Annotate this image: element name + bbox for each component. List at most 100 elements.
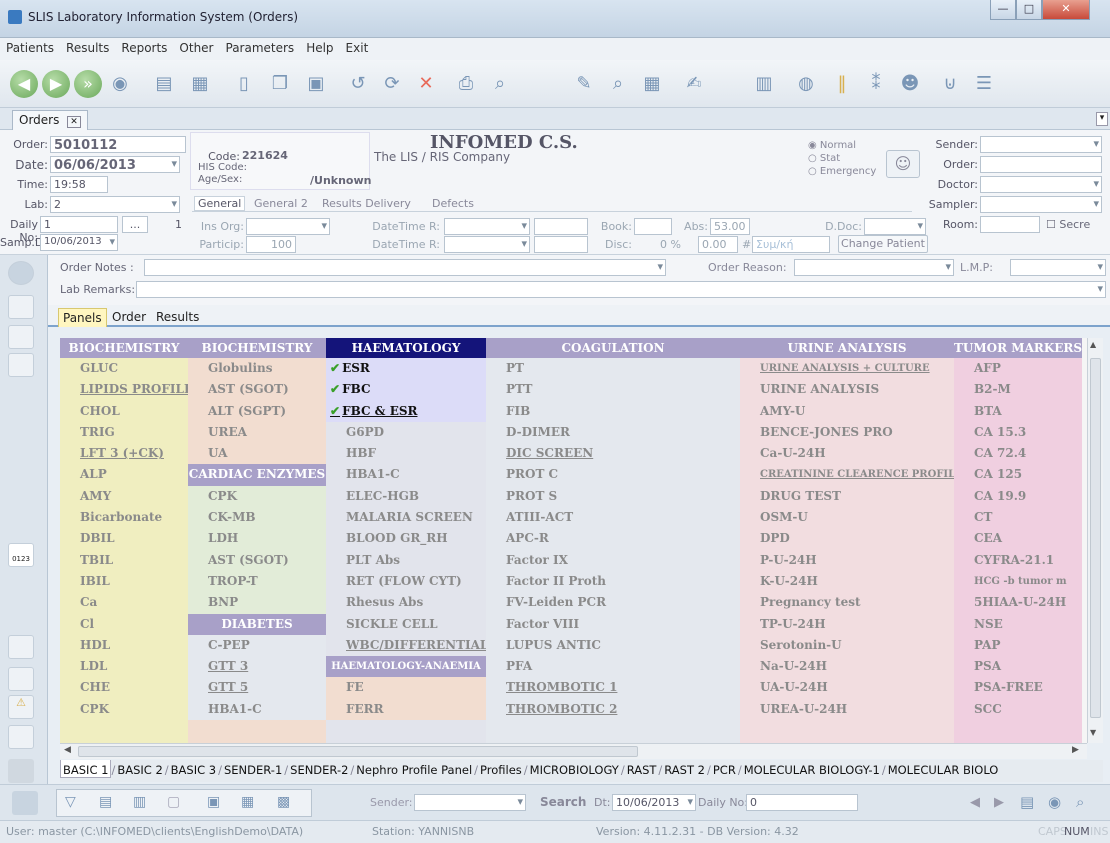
datetime-r2-date[interactable] — [444, 236, 530, 253]
panel-item[interactable]: Ca — [60, 592, 188, 613]
panel-group-tab[interactable]: MICROBIOLOGY — [528, 760, 621, 777]
filter-icon[interactable]: ▽ — [65, 794, 76, 810]
menu-patients[interactable]: Patients — [0, 38, 60, 55]
panel-item[interactable]: NSE — [954, 614, 1082, 635]
vertical-scroll-thumb[interactable] — [1090, 358, 1101, 718]
doctor-icon[interactable]: ☺ — [886, 150, 920, 178]
panel-item[interactable]: PAP — [954, 635, 1082, 656]
panel-item[interactable]: DPD — [740, 528, 954, 549]
panel-item[interactable]: G6PD — [326, 422, 486, 443]
panel-item[interactable]: CHOL — [60, 401, 188, 422]
panel-item[interactable]: GTT 3 — [188, 656, 326, 678]
panel-item[interactable]: TRIG — [60, 422, 188, 443]
panel-group-tab[interactable]: RAST — [625, 760, 659, 777]
sampler-field[interactable] — [980, 196, 1102, 213]
panel-item[interactable]: AMY-U — [740, 401, 954, 422]
panel-item[interactable]: Pregnancy test — [740, 592, 954, 613]
order2-field[interactable] — [980, 156, 1102, 173]
close-tab-icon[interactable]: ✕ — [67, 116, 81, 128]
daily-no-field[interactable]: 1 — [40, 216, 118, 233]
panel-item[interactable]: HDL — [60, 635, 188, 656]
datetime-r1-date[interactable] — [444, 218, 530, 235]
panel-item[interactable]: Na-U-24H — [740, 656, 954, 677]
panel-item[interactable]: Bicarbonate — [60, 507, 188, 528]
panel-item[interactable]: GTT 5 — [188, 677, 326, 699]
tab-results[interactable]: Results — [152, 308, 203, 326]
order-notes-field[interactable] — [144, 259, 666, 276]
print-icon[interactable]: ⎙ — [452, 70, 480, 98]
panel-item[interactable]: FERR — [326, 698, 486, 721]
delete-icon[interactable]: ✕ — [412, 70, 440, 98]
panel-item[interactable]: HBA1-C — [326, 464, 486, 485]
tab-order[interactable]: Order — [108, 308, 150, 326]
tubes-icon[interactable]: ‖ — [828, 70, 856, 98]
panel-item[interactable]: Serotonin-U — [740, 635, 954, 656]
chart-icon[interactable]: ▥ — [750, 70, 778, 98]
users-icon[interactable]: ☻ — [896, 70, 924, 98]
minimize-button[interactable]: — — [990, 0, 1016, 20]
panel-item[interactable]: CA 72.4 — [954, 443, 1082, 464]
panel-item[interactable]: FIB — [486, 401, 740, 422]
panel-group-tab[interactable]: BASIC 3 — [169, 760, 218, 777]
panel-item[interactable]: CPK — [60, 699, 188, 720]
table-icon[interactable]: ▦ — [186, 70, 214, 98]
panel-item[interactable]: K-U-24H — [740, 571, 954, 592]
view-search-icon[interactable]: ◉ — [1048, 793, 1061, 811]
bookmark-icon[interactable] — [8, 725, 34, 749]
list-icon[interactable]: ☰ — [970, 70, 998, 98]
samp-date-field[interactable]: 10/06/2013 — [40, 234, 118, 251]
panel-group-header[interactable]: CARDIAC ENZYMES — [188, 464, 326, 486]
secret-checkbox[interactable]: ☐ Secre — [1046, 218, 1090, 231]
panel-item[interactable]: PSA — [954, 656, 1082, 677]
panel-item[interactable]: LUPUS ANTIC — [486, 635, 740, 656]
panel-item[interactable]: UA — [188, 443, 326, 464]
next-icon[interactable]: ▶ — [994, 795, 1004, 810]
panel-item[interactable]: OSM-U — [740, 507, 954, 528]
panel-item[interactable]: P-U-24H — [740, 550, 954, 571]
panel-item[interactable]: PROT C — [486, 464, 740, 485]
panel-item[interactable]: BNP — [188, 592, 326, 614]
tab-panels[interactable]: Panels — [58, 308, 107, 327]
scroll-right-icon[interactable]: ▶ — [1072, 745, 1079, 755]
tab-orders[interactable]: Orders ✕ — [12, 110, 88, 130]
lab-field[interactable]: 2 — [50, 196, 180, 213]
panel-item[interactable]: CREATININE CLEARENCE PROFILE — [740, 464, 954, 485]
search-daily-field[interactable]: 0 — [746, 794, 858, 811]
scroll-down-icon[interactable]: ▼ — [1090, 728, 1096, 737]
search-date-field[interactable]: 10/06/2013 — [612, 794, 696, 811]
panel-item[interactable]: UREA-U-24H — [740, 699, 954, 720]
panel-item[interactable]: 5HIAA-U-24H — [954, 592, 1082, 613]
view-icon[interactable]: ◉ — [106, 70, 134, 98]
panel-item[interactable]: DBIL — [60, 528, 188, 549]
menu-parameters[interactable]: Parameters — [220, 38, 301, 55]
panel-item[interactable]: AST (SGOT) — [188, 549, 326, 571]
panel-item[interactable]: LDL — [60, 656, 188, 677]
abs-field[interactable]: 53.00 — [710, 218, 750, 235]
panel-item[interactable]: LIPIDS PROFILE — [60, 379, 188, 400]
scroll-left-icon[interactable]: ◀ — [64, 745, 71, 755]
refresh-icon[interactable]: ⟳ — [378, 70, 406, 98]
menu-exit[interactable]: Exit — [340, 38, 375, 55]
panel-group-tab[interactable]: RAST 2 — [662, 760, 707, 777]
panel-group-tab[interactable]: BASIC 1 — [60, 760, 112, 778]
lock-icon[interactable]: ▢ — [167, 794, 180, 810]
chart-view-icon[interactable] — [8, 667, 34, 691]
panel-item[interactable]: ✔ FBC — [326, 379, 486, 401]
panel-item[interactable]: HCG -b tumor m — [954, 571, 1082, 592]
panel-group-tab[interactable]: MOLECULAR BIOLOGY-1 — [742, 760, 882, 777]
horizontal-scrollbar[interactable]: ◀ ▶ — [60, 743, 1087, 759]
panel-item[interactable]: CHE — [60, 677, 188, 698]
book-field[interactable] — [634, 218, 672, 235]
panel-item[interactable]: Factor VIII — [486, 614, 740, 635]
panel-column-header[interactable]: HAEMATOLOGY — [326, 338, 486, 358]
menu-results[interactable]: Results — [60, 38, 115, 55]
tab-general-2[interactable]: General 2 — [254, 197, 308, 210]
lab-remarks-field[interactable] — [136, 281, 1106, 298]
panel-item[interactable]: THROMBOTIC 2 — [486, 699, 740, 720]
new-icon[interactable]: ▯ — [230, 70, 258, 98]
horizontal-scroll-thumb[interactable] — [78, 746, 638, 757]
panel-group-tab[interactable]: MOLECULAR BIOLO — [886, 760, 1001, 777]
close-button[interactable]: ✕ — [1042, 0, 1090, 20]
panel-item[interactable]: ALP — [60, 464, 188, 485]
panel-item[interactable]: TROP-T — [188, 570, 326, 593]
